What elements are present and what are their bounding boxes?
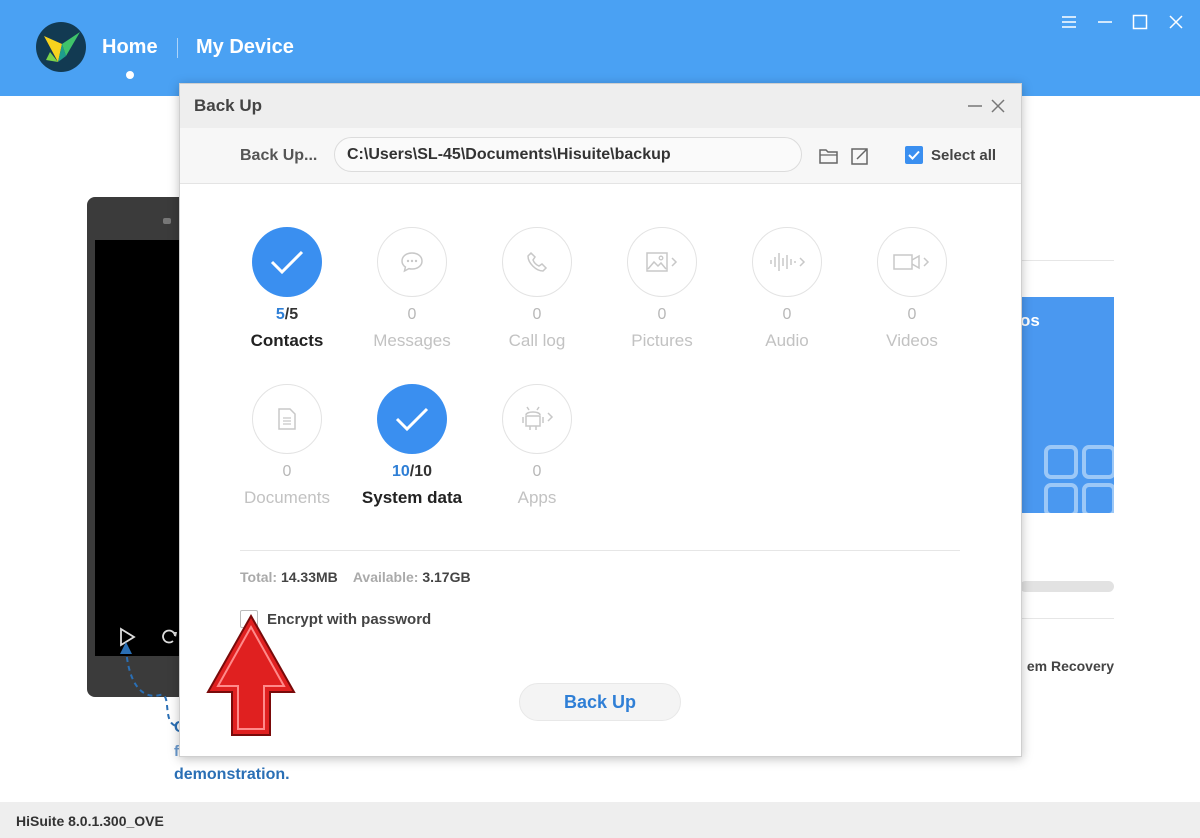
category-audio[interactable]: 0 Audio [732,227,842,351]
category-name: Pictures [631,331,693,350]
video-icon [877,227,947,297]
nav-home[interactable]: Home [102,36,158,59]
dialog-divider [240,550,960,551]
check-icon [377,384,447,454]
hisuite-logo [36,22,86,72]
version-label: HiSuite 8.0.1.300_OVE [16,813,164,829]
storage-summary: Total: 14.33MB Available: 3.17GB [240,569,471,585]
nav-my-device[interactable]: My Device [196,36,294,59]
maximize-icon[interactable] [1128,10,1152,34]
demo-text-line-3: demonstration. [174,766,290,783]
check-icon [252,227,322,297]
status-bar: HiSuite 8.0.1.300_OVE [0,802,1200,838]
category-name: Apps [517,488,557,507]
total-label: Total: [240,569,278,585]
picture-icon [627,227,697,297]
available-label: Available: [352,569,419,585]
backup-path-input[interactable] [334,137,802,172]
category-count: 0 [407,306,417,323]
category-name: Audio [765,331,809,350]
close-icon[interactable] [1164,10,1188,34]
storage-progress-bar [1020,581,1114,592]
backup-dialog: Back Up Back Up... Select all 5/5 Contac… [179,83,1022,757]
select-all-checkbox[interactable]: Select all [905,146,996,164]
nav-active-indicator [126,71,134,79]
document-icon [252,384,322,454]
red-arrow-annotation [206,613,296,736]
category-messages[interactable]: 0 Messages [357,227,467,351]
folder-icon[interactable] [817,144,841,168]
android-icon [502,384,572,454]
edit-icon[interactable] [848,144,872,168]
select-all-label: Select all [931,146,997,164]
phone-screen [95,240,185,656]
category-name: Documents [244,488,330,507]
dialog-minimize-icon[interactable] [965,96,985,116]
grid-icon [1044,445,1114,513]
phone-camera [163,218,171,224]
category-name: Contacts [250,331,324,350]
category-documents[interactable]: 0 Documents [232,384,342,508]
category-name: Videos [886,331,938,350]
select-all-check-icon [905,146,923,164]
category-name: System data [361,488,463,507]
menu-icon[interactable] [1057,10,1081,34]
category-contacts[interactable]: 5/5 Contacts [232,227,342,351]
message-icon [377,227,447,297]
category-count: 0 [282,463,292,480]
category-count: 0 [657,306,667,323]
backup-path-bar: Back Up... Select all [180,128,1021,184]
category-name: Messages [373,331,451,350]
available-value: 3.17GB [422,569,471,585]
category-videos[interactable]: 0 Videos [857,227,967,351]
side-divider-top [1020,260,1114,261]
category-count: 5/5 [275,306,299,323]
total-value: 14.33MB [280,569,338,585]
dialog-title-bar: Back Up [180,84,1021,128]
dialog-title: Back Up [194,96,263,115]
category-count: 0 [782,306,792,323]
top-bar: Home My Device [0,0,1200,96]
system-recovery-link[interactable]: em Recovery [1020,658,1114,674]
category-count: 0 [907,306,917,323]
audio-icon [752,227,822,297]
category-count: 10/10 [391,463,433,480]
dialog-close-icon[interactable] [988,96,1008,116]
backup-path-label: Back Up... [240,147,318,164]
minimize-icon[interactable] [1093,10,1117,34]
category-count: 0 [532,463,542,480]
back-up-button[interactable]: Back Up [519,683,681,721]
category-pictures[interactable]: 0 Pictures [607,227,717,351]
feature-card-title: os [1020,311,1040,330]
backup-feature-card[interactable]: os [1020,297,1114,513]
category-call-log[interactable]: 0 Call log [482,227,592,351]
category-apps[interactable]: 0 Apps [482,384,592,508]
category-name: Call log [508,331,566,350]
nav-separator [177,38,178,58]
side-divider-bottom [1020,618,1114,619]
category-count: 0 [532,306,542,323]
phone-icon [502,227,572,297]
category-system-data[interactable]: 10/10 System data [357,384,467,508]
